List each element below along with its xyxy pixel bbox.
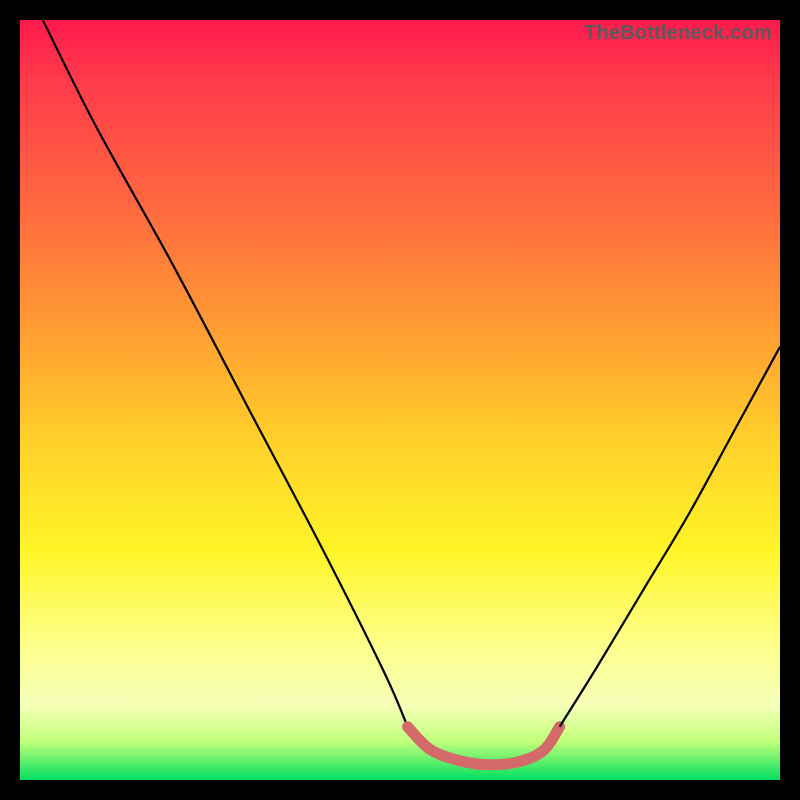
plot-area: TheBottleneck.com: [20, 20, 780, 780]
chart-frame: TheBottleneck.com: [0, 0, 800, 800]
curve-left-arm: [43, 20, 408, 727]
curve-right-arm: [560, 347, 780, 727]
curve-flat-bottom: [408, 727, 560, 765]
bottleneck-curve: [20, 20, 780, 780]
